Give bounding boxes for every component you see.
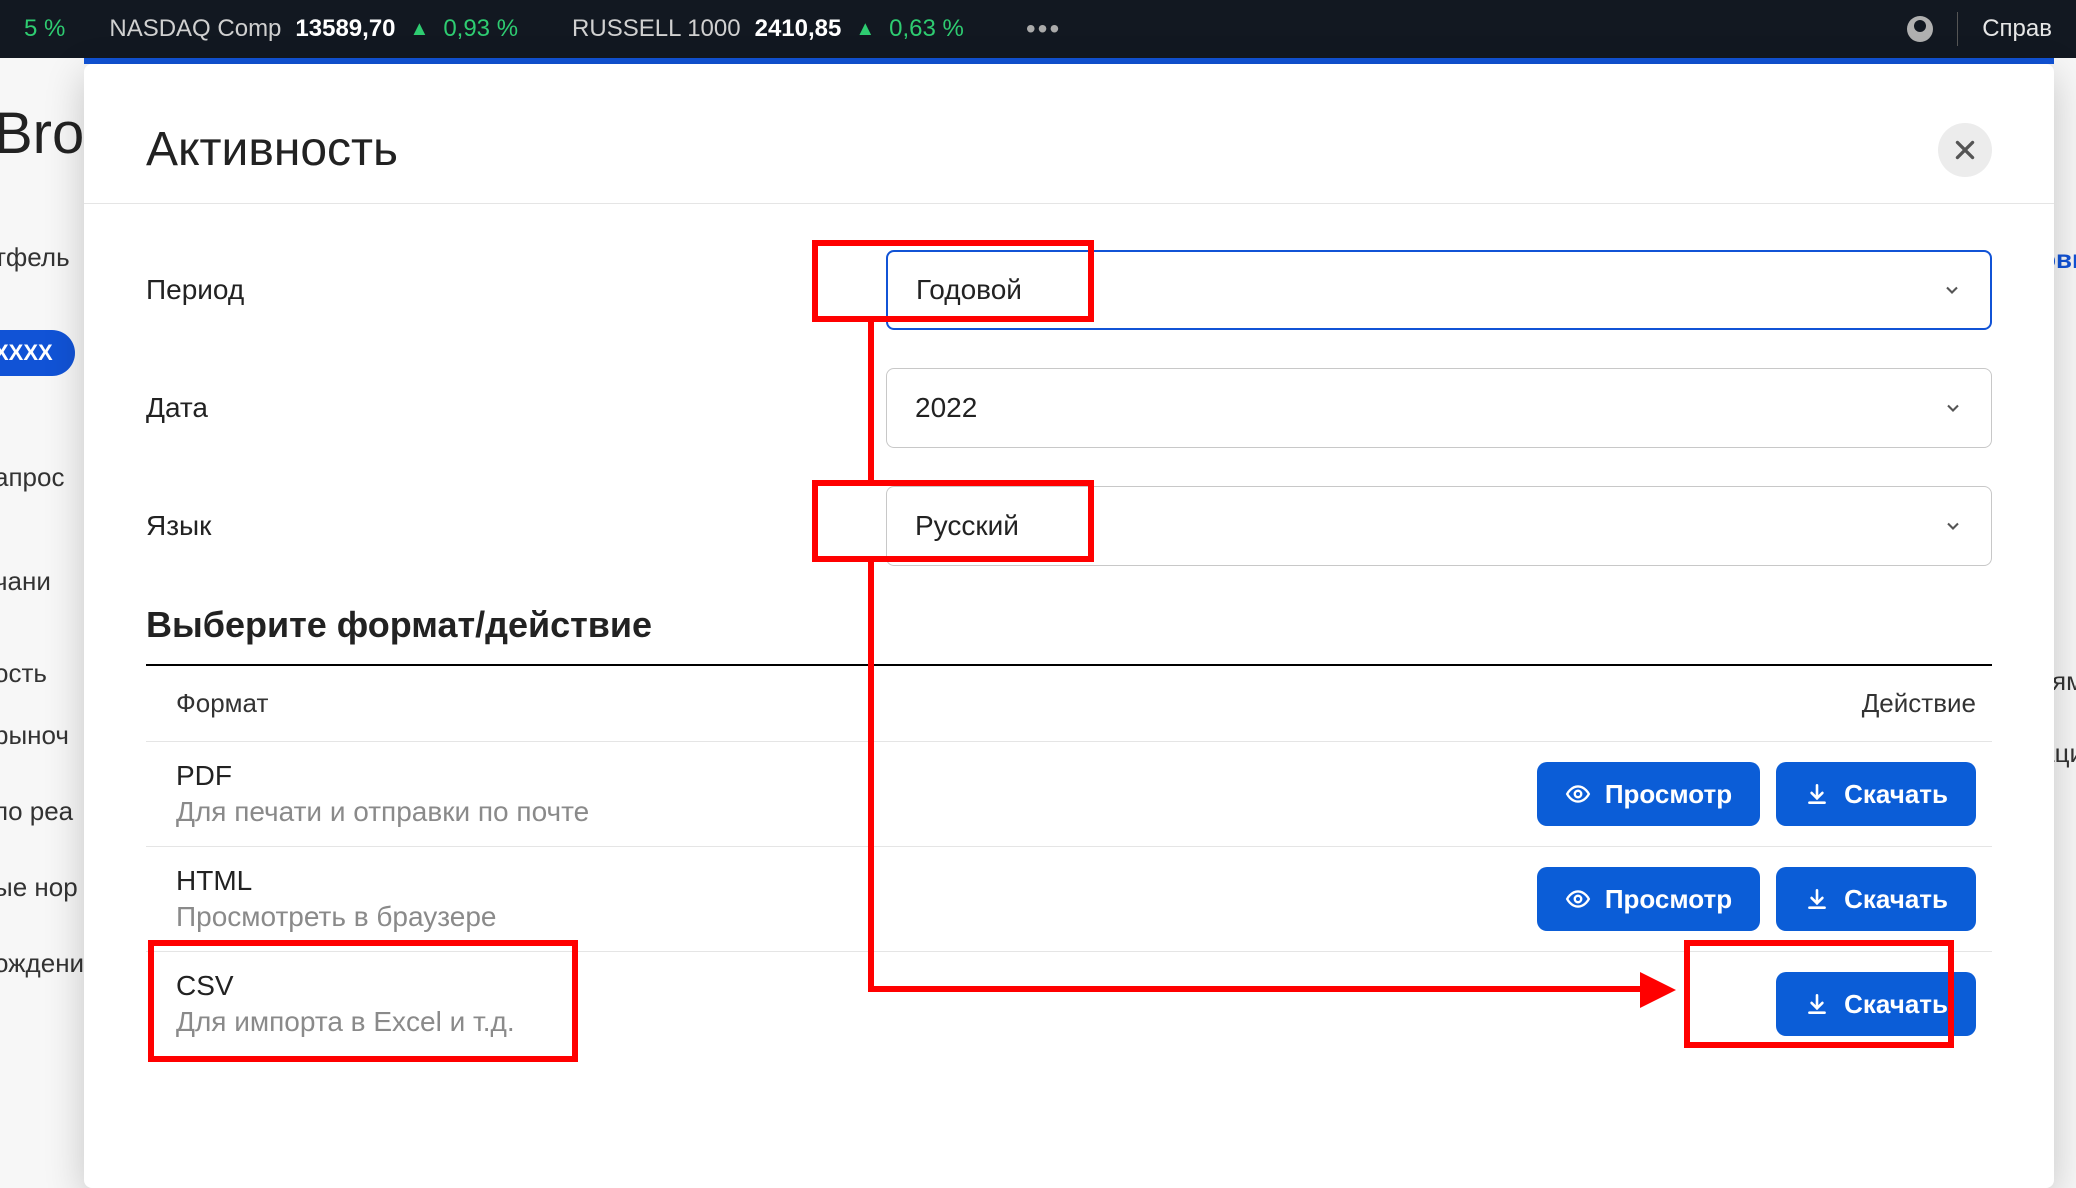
bg-text: ождени xyxy=(0,948,84,979)
download-icon xyxy=(1804,781,1830,807)
language-select[interactable]: Русский xyxy=(886,486,1992,566)
format-row-csv: CSV Для импорта в Excel и т.д. Скачать xyxy=(146,952,1992,1056)
arrow-up-icon: ▲ xyxy=(855,18,875,41)
bg-text: ость xyxy=(0,658,47,689)
eye-icon xyxy=(1565,781,1591,807)
user-avatar-icon[interactable] xyxy=(1907,16,1933,42)
format-name: HTML xyxy=(176,865,1537,897)
arrow-up-icon: ▲ xyxy=(410,18,430,41)
column-action: Действие xyxy=(1796,688,1976,719)
close-button[interactable] xyxy=(1938,123,1992,177)
ticker-item[interactable]: RUSSELL 1000 2410,85 ▲ 0,63 % xyxy=(572,15,964,43)
select-value: Русский xyxy=(915,510,1019,542)
select-value: Годовой xyxy=(916,274,1022,306)
view-button[interactable]: Просмотр xyxy=(1537,867,1760,931)
account-pill[interactable]: XXXX xyxy=(0,330,75,376)
format-row-pdf: PDF Для печати и отправки по почте Просм… xyxy=(146,742,1992,847)
date-label: Дата xyxy=(146,392,886,424)
format-desc: Для импорта в Excel и т.д. xyxy=(176,1006,1776,1038)
format-row-html: HTML Просмотреть в браузере Просмотр Ска… xyxy=(146,847,1992,952)
modal-title: Активность xyxy=(146,122,398,177)
more-icon[interactable]: ••• xyxy=(1026,13,1061,45)
bg-text: рыноч xyxy=(0,720,69,751)
bg-text: по реа xyxy=(0,796,73,827)
download-button[interactable]: Скачать xyxy=(1776,867,1976,931)
download-button[interactable]: Скачать xyxy=(1776,762,1976,826)
activity-modal: Активность Период Годовой Дата 2022 Язык… xyxy=(84,64,2054,1188)
button-label: Скачать xyxy=(1844,989,1948,1020)
bg-text: ые нор xyxy=(0,872,78,903)
view-button[interactable]: Просмотр xyxy=(1537,762,1760,826)
format-name: CSV xyxy=(176,970,1776,1002)
ticker-leading-pct: 5 % xyxy=(24,15,65,43)
ticker-bar: 5 % NASDAQ Comp 13589,70 ▲ 0,93 % RUSSEL… xyxy=(0,0,2076,58)
button-label: Скачать xyxy=(1844,779,1948,810)
period-label: Период xyxy=(146,274,886,306)
button-label: Скачать xyxy=(1844,884,1948,915)
select-value: 2022 xyxy=(915,392,977,424)
chevron-down-icon xyxy=(1943,398,1963,418)
language-label: Язык xyxy=(146,510,886,542)
table-header: Формат Действие xyxy=(146,666,1992,742)
format-desc: Просмотреть в браузере xyxy=(176,901,1537,933)
eye-icon xyxy=(1565,886,1591,912)
divider xyxy=(1957,12,1958,46)
chevron-down-icon xyxy=(1943,516,1963,536)
date-select[interactable]: 2022 xyxy=(886,368,1992,448)
format-desc: Для печати и отправки по почте xyxy=(176,796,1537,828)
format-name: PDF xyxy=(176,760,1537,792)
bg-text: тфель xyxy=(0,242,70,273)
ticker-value: 13589,70 xyxy=(295,15,395,43)
ticker-name: RUSSELL 1000 xyxy=(572,15,741,43)
bg-text: апрос xyxy=(0,462,64,493)
download-icon xyxy=(1804,886,1830,912)
button-label: Просмотр xyxy=(1605,779,1732,810)
column-format: Формат xyxy=(176,688,1796,719)
section-title: Выберите формат/действие xyxy=(146,604,1992,646)
chevron-down-icon xyxy=(1942,280,1962,300)
ticker-name: NASDAQ Comp xyxy=(109,15,281,43)
ticker-pct: 0,63 % xyxy=(889,15,964,43)
bg-text: чани xyxy=(0,566,51,597)
help-link[interactable]: Справ xyxy=(1982,15,2052,43)
divider xyxy=(84,203,2054,204)
ticker-item[interactable]: NASDAQ Comp 13589,70 ▲ 0,93 % xyxy=(109,15,518,43)
download-icon xyxy=(1804,991,1830,1017)
button-label: Просмотр xyxy=(1605,884,1732,915)
period-select[interactable]: Годовой xyxy=(886,250,1992,330)
ticker-pct: 0,93 % xyxy=(443,15,518,43)
close-icon xyxy=(1952,137,1978,163)
ticker-value: 2410,85 xyxy=(755,15,842,43)
download-button[interactable]: Скачать xyxy=(1776,972,1976,1036)
